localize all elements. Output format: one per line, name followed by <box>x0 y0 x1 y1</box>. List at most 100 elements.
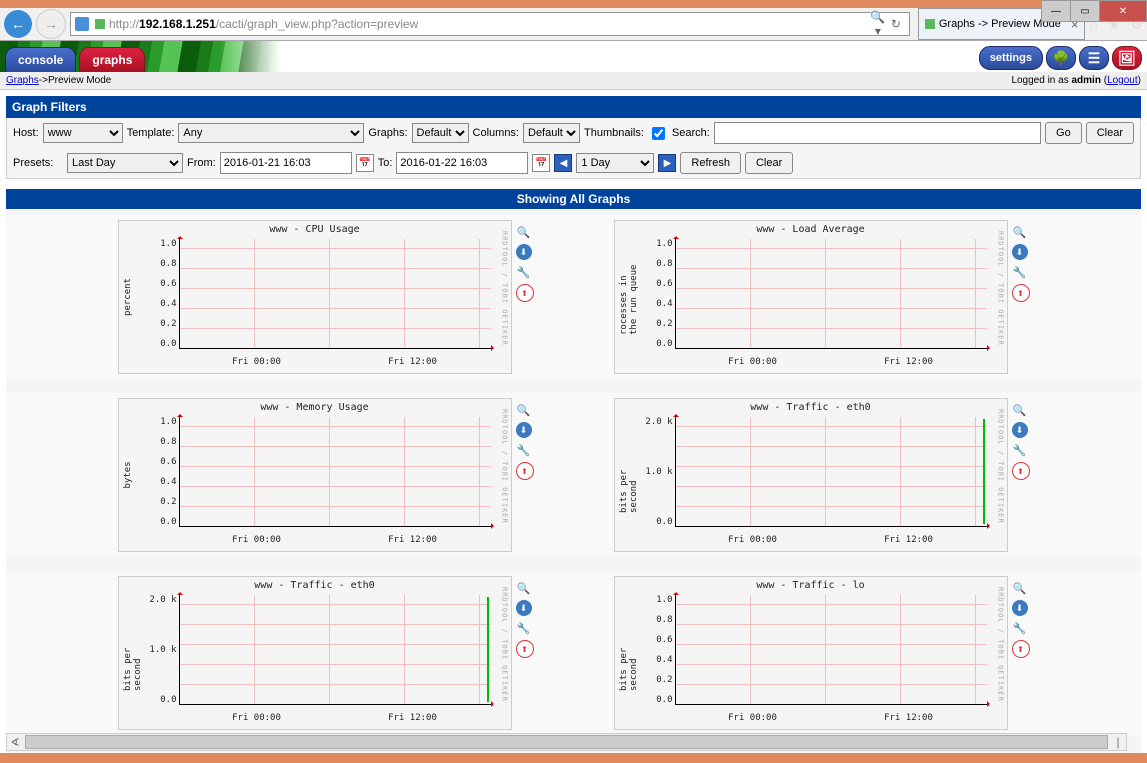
zoom-icon[interactable]: 🔍 <box>1012 580 1028 596</box>
graph-thumbnail[interactable]: www - Traffic - eth0RRDTOOL / TOBI OETIK… <box>118 576 512 730</box>
graph-edit-icon[interactable]: 🔧 <box>516 442 532 458</box>
refresh-icon[interactable]: ↻ <box>887 17 905 31</box>
y-axis-label: bits per second <box>619 615 639 691</box>
template-select[interactable]: Any <box>178 123 364 143</box>
clear-button[interactable]: Clear <box>1086 122 1134 144</box>
go-button[interactable]: Go <box>1045 122 1082 144</box>
scrollbar-thumb[interactable] <box>25 735 1108 749</box>
graph-edit-icon[interactable]: 🔧 <box>1012 264 1028 280</box>
zoom-icon[interactable]: 🔍 <box>516 224 532 240</box>
x-axis-ticks: Fri 00:00Fri 12:00 <box>675 535 987 545</box>
refresh-button[interactable]: Refresh <box>680 152 741 174</box>
logged-in-user: admin <box>1072 75 1101 86</box>
tab-graphs[interactable]: graphs <box>79 47 145 72</box>
x-axis-ticks: Fri 00:00Fri 12:00 <box>675 713 987 723</box>
y-axis-label: bits per second <box>123 615 143 691</box>
presets-select[interactable]: Last Day <box>67 153 183 173</box>
realtime-icon[interactable]: ⬆ <box>1012 284 1030 302</box>
breadcrumb-sep: -> <box>39 75 48 86</box>
csv-export-icon[interactable]: ⬇ <box>516 600 532 616</box>
csv-export-icon[interactable]: ⬇ <box>1012 422 1028 438</box>
y-axis-ticks: 2.0 k1.0 k0.0 <box>147 595 177 705</box>
window-minimize-button[interactable]: ― <box>1041 0 1071 22</box>
tab-favicon-icon <box>925 19 935 29</box>
timespan-select[interactable]: 1 Day <box>576 153 654 173</box>
graph-thumbnail[interactable]: www - Memory UsageRRDTOOL / TOBI OETIKER… <box>118 398 512 552</box>
graph-edit-icon[interactable]: 🔧 <box>1012 620 1028 636</box>
to-calendar-icon[interactable]: 📅 <box>532 154 550 172</box>
preview-view-icon[interactable]: 🖼 <box>1112 46 1142 70</box>
y-axis-ticks: 1.00.80.60.40.20.0 <box>643 595 673 705</box>
plot-area <box>675 417 987 527</box>
thumbnails-checkbox[interactable] <box>652 127 665 140</box>
template-label: Template: <box>127 127 175 139</box>
x-axis-ticks: Fri 00:00Fri 12:00 <box>179 357 491 367</box>
csv-export-icon[interactable]: ⬇ <box>516 422 532 438</box>
window-close-button[interactable]: ✕ <box>1099 0 1147 22</box>
plot-area <box>179 595 491 705</box>
graph-thumbnail[interactable]: www - CPU UsageRRDTOOL / TOBI OETIKERper… <box>118 220 512 374</box>
x-axis-ticks: Fri 00:00Fri 12:00 <box>179 713 491 723</box>
breadcrumb-current: Preview Mode <box>48 75 111 86</box>
graph-edit-icon[interactable]: 🔧 <box>516 264 532 280</box>
rrdtool-credit: RRDTOOL / TOBI OETIKER <box>997 587 1005 702</box>
timespan-prev-icon[interactable]: ◀ <box>554 154 572 172</box>
clear-timespan-button[interactable]: Clear <box>745 152 793 174</box>
search-dropdown-icon[interactable]: 🔍▾ <box>869 10 887 38</box>
csv-export-icon[interactable]: ⬇ <box>1012 600 1028 616</box>
logout-link[interactable]: Logout <box>1107 75 1138 86</box>
realtime-icon[interactable]: ⬆ <box>516 640 534 658</box>
forward-button[interactable]: → <box>36 9 66 39</box>
from-calendar-icon[interactable]: 📅 <box>356 154 374 172</box>
y-axis-label: percent <box>123 278 133 316</box>
address-bar[interactable]: http://192.168.1.251/cacti/graph_view.ph… <box>70 12 910 36</box>
zoom-icon[interactable]: 🔍 <box>1012 224 1028 240</box>
header-bg-stripes <box>0 41 1147 72</box>
y-axis-ticks: 1.00.80.60.40.20.0 <box>147 239 177 349</box>
y-axis-label: bytes <box>123 461 133 488</box>
tree-view-icon[interactable]: 🌳 <box>1046 46 1076 70</box>
host-select[interactable]: www <box>43 123 123 143</box>
back-button[interactable]: ← <box>4 10 32 38</box>
presets-label: Presets: <box>13 157 63 169</box>
csv-export-icon[interactable]: ⬇ <box>516 244 532 260</box>
graph-thumbnail[interactable]: www - Load AverageRRDTOOL / TOBI OETIKER… <box>614 220 1008 374</box>
url-prefix: http:// <box>109 17 139 31</box>
rrdtool-credit: RRDTOOL / TOBI OETIKER <box>501 587 509 702</box>
zoom-icon[interactable]: 🔍 <box>516 580 532 596</box>
search-input[interactable] <box>714 122 1041 144</box>
filters-panel: Host: www Template: Any Graphs: Default … <box>6 118 1141 179</box>
window-maximize-button[interactable]: ▭ <box>1070 0 1100 22</box>
site-favicon-icon <box>95 19 105 29</box>
to-label: To: <box>378 157 393 169</box>
graphs-select[interactable]: Default <box>412 123 469 143</box>
scroll-right-icon[interactable]: ∣ <box>1110 736 1126 749</box>
zoom-icon[interactable]: 🔍 <box>516 402 532 418</box>
graph-edit-icon[interactable]: 🔧 <box>1012 442 1028 458</box>
x-axis-ticks: Fri 00:00Fri 12:00 <box>179 535 491 545</box>
horizontal-scrollbar[interactable]: ∢ ∣ <box>6 733 1127 751</box>
plot-area <box>179 417 491 527</box>
realtime-icon[interactable]: ⬆ <box>1012 640 1030 658</box>
realtime-icon[interactable]: ⬆ <box>516 284 534 302</box>
list-view-icon[interactable]: ☰ <box>1079 46 1109 70</box>
csv-export-icon[interactable]: ⬇ <box>1012 244 1028 260</box>
realtime-icon[interactable]: ⬆ <box>1012 462 1030 480</box>
filters-panel-header: Graph Filters <box>6 96 1141 118</box>
graph-thumbnail[interactable]: www - Traffic - loRRDTOOL / TOBI OETIKER… <box>614 576 1008 730</box>
tab-console[interactable]: console <box>5 47 76 72</box>
zoom-icon[interactable]: 🔍 <box>1012 402 1028 418</box>
columns-select[interactable]: Default <box>523 123 580 143</box>
timespan-next-icon[interactable]: ▶ <box>658 154 676 172</box>
graph-thumbnail[interactable]: www - Traffic - eth0RRDTOOL / TOBI OETIK… <box>614 398 1008 552</box>
realtime-icon[interactable]: ⬆ <box>516 462 534 480</box>
breadcrumb-link-graphs[interactable]: Graphs <box>6 75 39 86</box>
from-input[interactable] <box>220 152 352 174</box>
plot-area <box>675 239 987 349</box>
graph-edit-icon[interactable]: 🔧 <box>516 620 532 636</box>
graphs-grid: www - CPU UsageRRDTOOL / TOBI OETIKERper… <box>6 209 1141 753</box>
to-input[interactable] <box>396 152 528 174</box>
settings-button[interactable]: settings <box>979 46 1043 70</box>
scroll-left-icon[interactable]: ∢ <box>7 736 23 749</box>
rrdtool-credit: RRDTOOL / TOBI OETIKER <box>501 231 509 346</box>
